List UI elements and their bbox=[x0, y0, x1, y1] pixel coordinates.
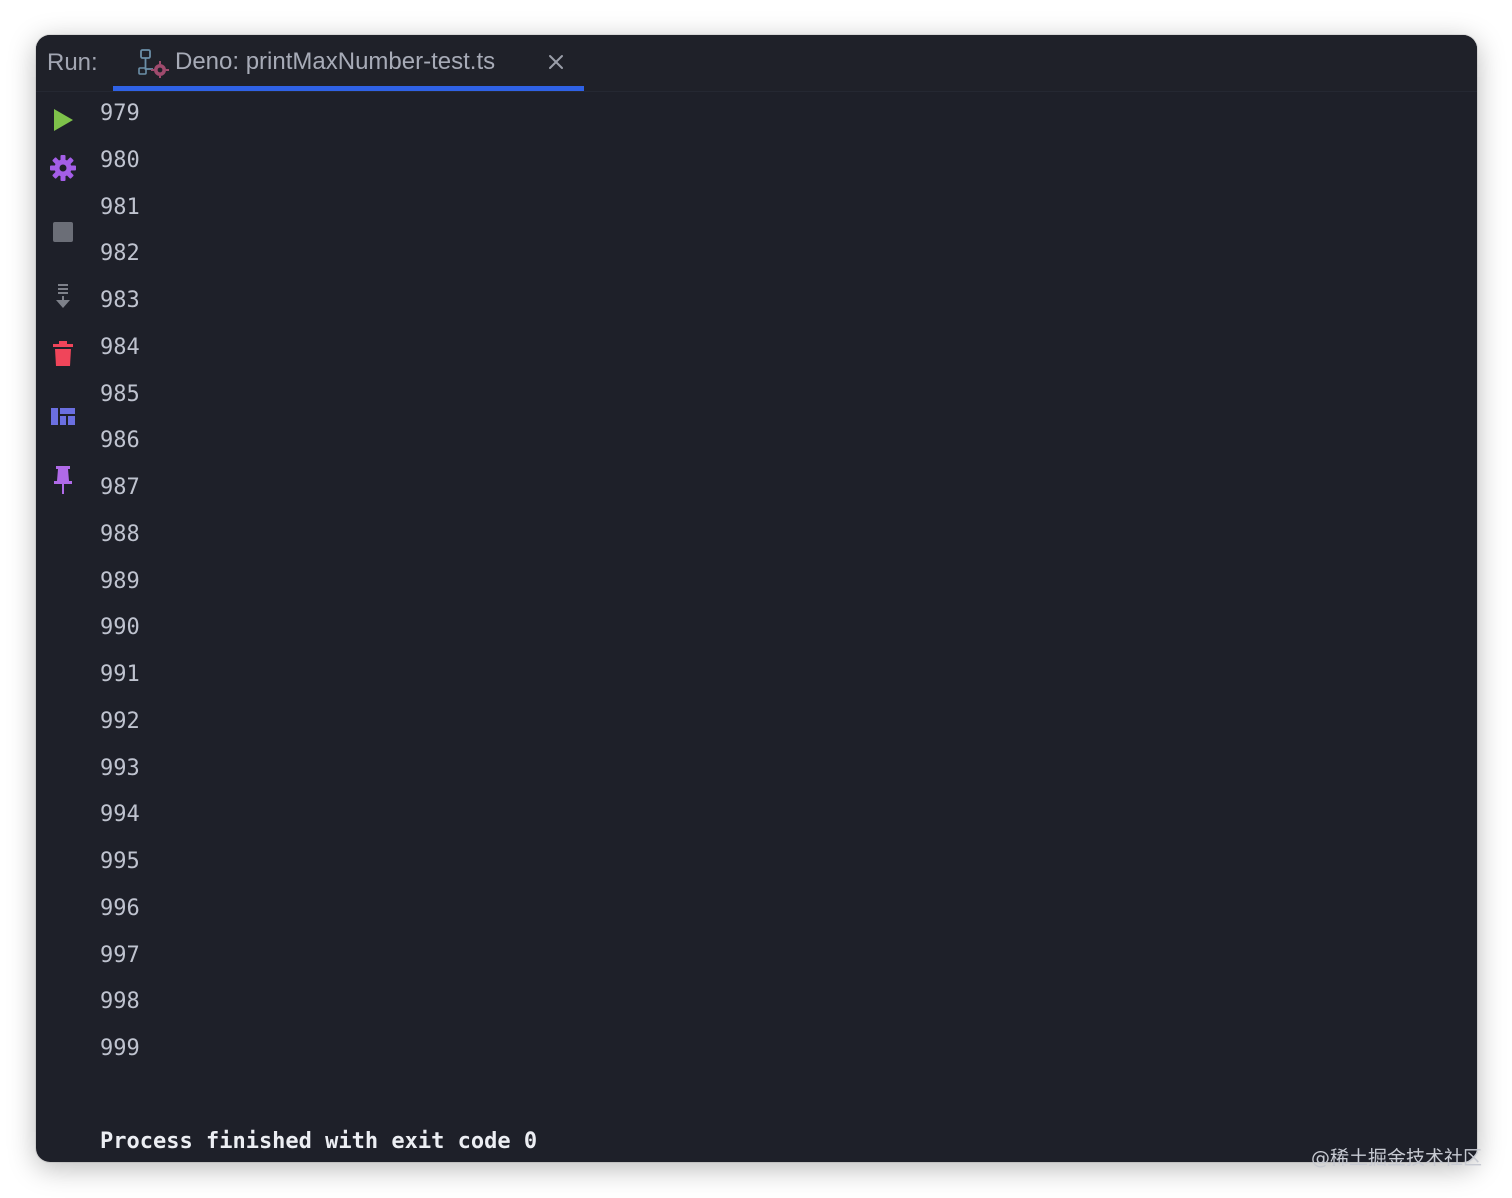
console-line: 983 bbox=[100, 288, 140, 313]
console-line: 988 bbox=[100, 521, 140, 547]
console-line: 980 bbox=[100, 147, 140, 173]
run-tool-window: Run: Deno: printMaxNumber-test.ts Proces… bbox=[36, 35, 1477, 1162]
stop-icon bbox=[53, 222, 73, 242]
settings-button[interactable] bbox=[48, 153, 78, 183]
console-line: 989 bbox=[100, 568, 140, 594]
deno-run-config-icon bbox=[137, 48, 169, 78]
console-line: 999 bbox=[100, 1036, 140, 1061]
console-line: 986 bbox=[100, 428, 140, 454]
clear-all-button[interactable] bbox=[48, 339, 78, 369]
watermark: @稀土掘金技术社区 bbox=[1310, 1147, 1482, 1169]
console-line: 994 bbox=[100, 802, 140, 828]
console-output[interactable]: Process finished with exit code 0 979 980… bbox=[100, 91, 1477, 1162]
scroll-to-end-button[interactable] bbox=[48, 281, 78, 311]
tab-run-configuration[interactable]: Deno: printMaxNumber-test.ts bbox=[113, 35, 584, 91]
console-line: 979 bbox=[100, 101, 140, 126]
console-line: 995 bbox=[100, 849, 140, 874]
pin-tab-button[interactable] bbox=[48, 465, 78, 495]
close-icon[interactable] bbox=[545, 51, 567, 73]
pin-icon bbox=[54, 466, 72, 494]
layout-icon bbox=[51, 408, 75, 425]
tab-label: Deno: printMaxNumber-test.ts bbox=[175, 48, 496, 75]
console-line: 985 bbox=[100, 381, 140, 407]
play-icon bbox=[54, 109, 73, 131]
scroll-to-end-icon bbox=[56, 284, 70, 308]
run-tab-bar: Run: Deno: printMaxNumber-test.ts bbox=[36, 35, 1477, 92]
stop-button[interactable] bbox=[48, 217, 78, 247]
trash-icon bbox=[53, 341, 73, 366]
console-line: 981 bbox=[100, 194, 140, 220]
console-line: 982 bbox=[100, 241, 140, 267]
run-label: Run: bbox=[47, 49, 98, 76]
rerun-button[interactable] bbox=[48, 105, 78, 135]
console-line: 991 bbox=[100, 662, 140, 687]
console-line: 987 bbox=[100, 475, 140, 500]
console-line: 993 bbox=[100, 755, 140, 781]
console-line: 984 bbox=[100, 334, 140, 360]
console-line: 998 bbox=[100, 989, 140, 1015]
run-toolbar bbox=[36, 91, 90, 1162]
process-finished-message: Process finished with exit code 0 bbox=[100, 1129, 538, 1154]
restore-layout-button[interactable] bbox=[48, 401, 78, 431]
console-line: 996 bbox=[100, 895, 140, 921]
gear-icon bbox=[50, 155, 76, 181]
console-line: 990 bbox=[100, 615, 140, 641]
console-line: 997 bbox=[100, 942, 140, 968]
console-line: 992 bbox=[100, 708, 140, 734]
